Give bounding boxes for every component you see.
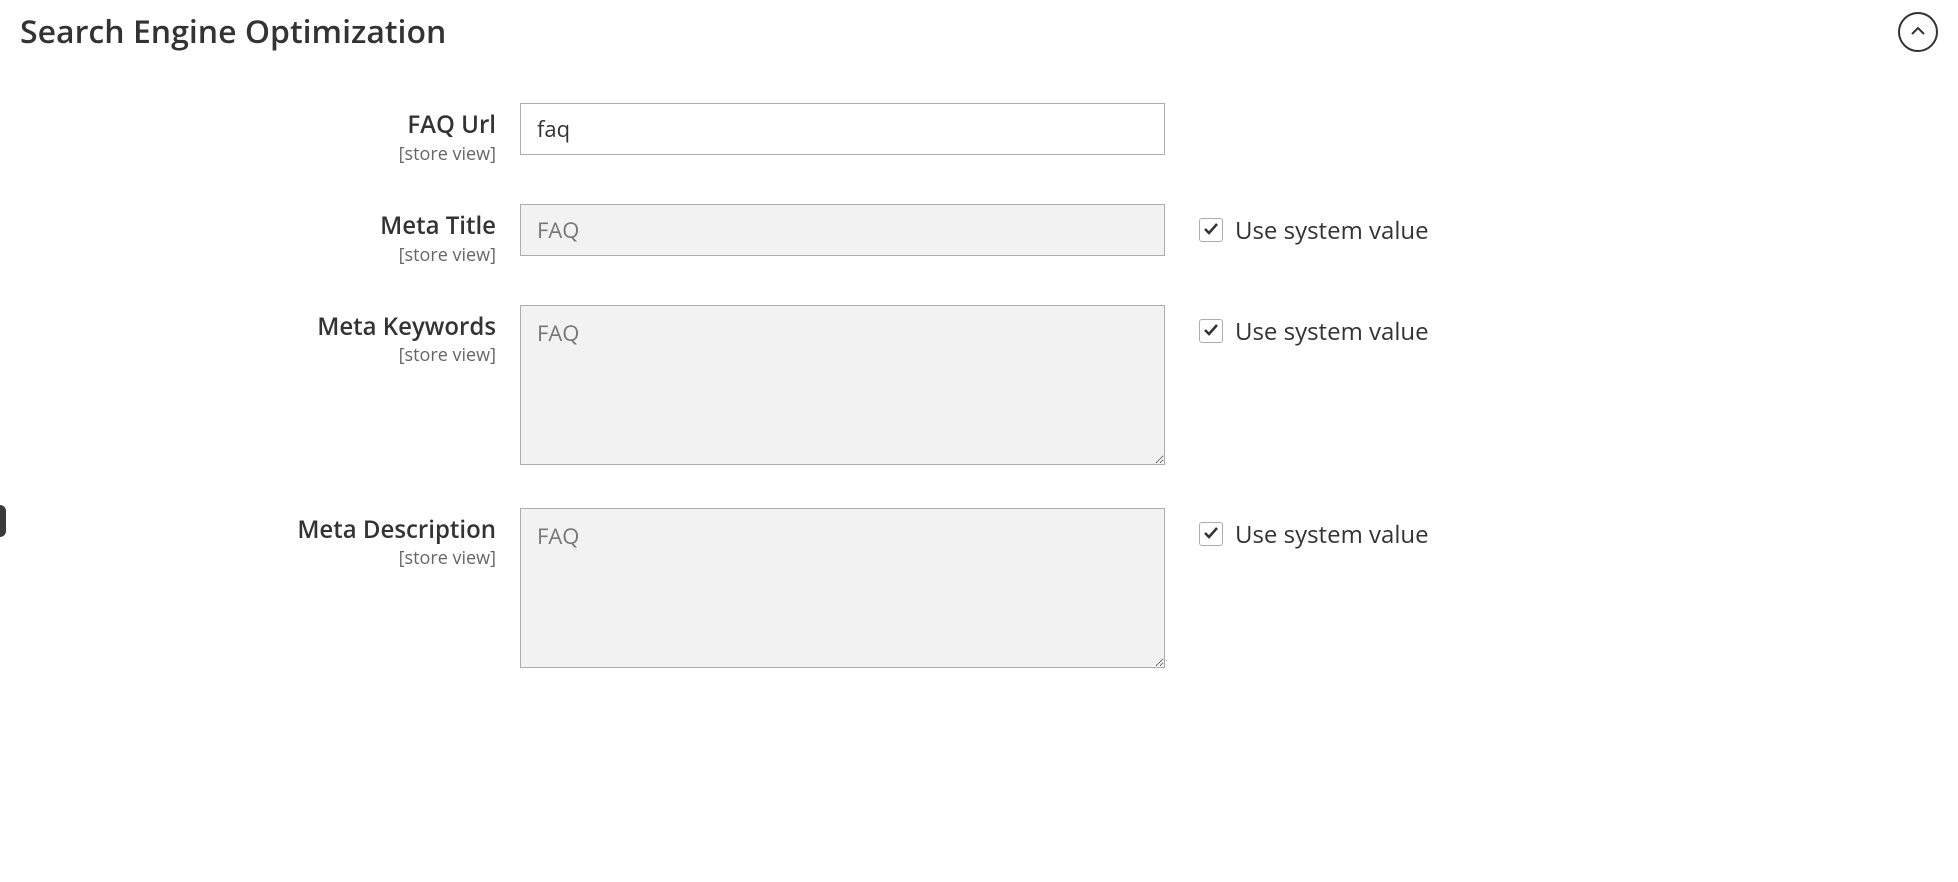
meta-keywords-system-checkbox-wrap[interactable]: Use system value [1199,315,1429,348]
meta-keywords-system-col: Use system value [1165,305,1429,348]
meta-keywords-system-label[interactable]: Use system value [1235,315,1429,348]
meta-description-scope: [store view] [20,546,496,570]
meta-description-input [520,508,1165,668]
meta-title-system-checkbox-wrap[interactable]: Use system value [1199,214,1429,247]
meta-title-system-label[interactable]: Use system value [1235,214,1429,247]
edge-pill [0,505,6,537]
meta-title-system-checkbox[interactable] [1199,218,1223,242]
check-icon [1203,523,1219,545]
meta-title-system-col: Use system value [1165,204,1429,247]
meta-title-row: Meta Title [store view] Use system value [20,204,1938,267]
meta-description-system-checkbox[interactable] [1199,522,1223,546]
meta-description-system-label[interactable]: Use system value [1235,518,1429,551]
meta-title-label: Meta Title [20,212,496,241]
meta-title-input [520,204,1165,256]
meta-keywords-input [520,305,1165,465]
meta-description-row: Meta Description [store view] Use system… [20,508,1938,673]
meta-keywords-scope: [store view] [20,343,496,367]
section-title: Search Engine Optimization [20,10,446,53]
meta-description-system-checkbox-wrap[interactable]: Use system value [1199,518,1429,551]
faq-url-label: FAQ Url [20,111,496,140]
seo-form: FAQ Url [store view] Meta Title [store v… [0,83,1958,751]
faq-url-row: FAQ Url [store view] [20,103,1938,166]
check-icon [1203,219,1219,241]
faq-url-system-col [1165,103,1199,113]
meta-keywords-input-col [520,305,1165,470]
meta-keywords-label-col: Meta Keywords [store view] [20,305,520,368]
chevron-up-icon [1910,24,1926,39]
meta-keywords-row: Meta Keywords [store view] Use system va… [20,305,1938,470]
meta-description-label-col: Meta Description [store view] [20,508,520,571]
meta-title-input-col [520,204,1165,256]
collapse-toggle-button[interactable] [1898,12,1938,52]
meta-title-label-col: Meta Title [store view] [20,204,520,267]
faq-url-label-col: FAQ Url [store view] [20,103,520,166]
check-icon [1203,320,1219,342]
meta-description-label: Meta Description [20,516,496,545]
meta-title-scope: [store view] [20,243,496,267]
meta-description-input-col [520,508,1165,673]
meta-description-system-col: Use system value [1165,508,1429,551]
meta-keywords-label: Meta Keywords [20,313,496,342]
faq-url-input[interactable] [520,103,1165,155]
meta-keywords-system-checkbox[interactable] [1199,319,1223,343]
faq-url-scope: [store view] [20,142,496,166]
section-header: Search Engine Optimization [0,0,1958,83]
faq-url-input-col [520,103,1165,155]
